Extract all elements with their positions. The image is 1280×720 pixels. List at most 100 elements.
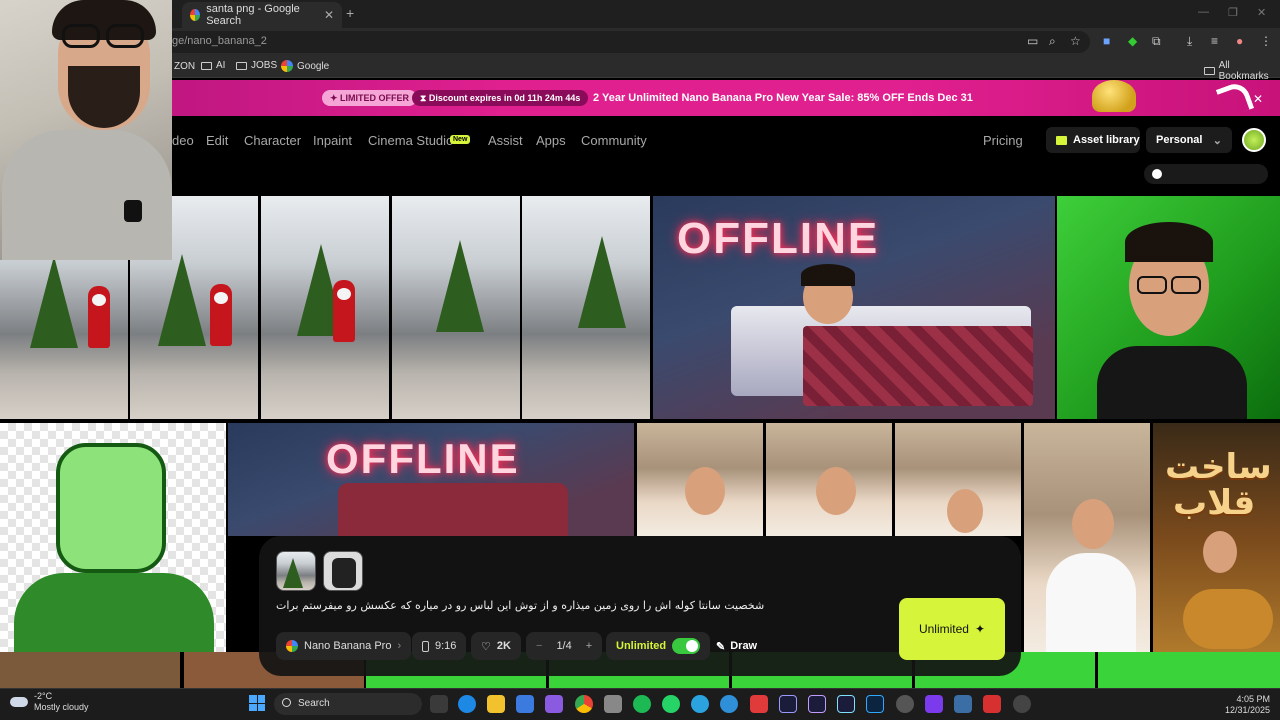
slider-handle[interactable]	[1152, 169, 1162, 179]
search-icon	[282, 698, 291, 707]
bookmark-label: AI	[216, 60, 226, 71]
zoom-icon[interactable]: ⌕	[1049, 34, 1056, 49]
nav-edit[interactable]: Edit	[206, 133, 228, 148]
extension-icon[interactable]: ◆	[1128, 34, 1137, 48]
spotify-icon[interactable]	[633, 695, 651, 713]
nav-cinema-studio[interactable]: Cinema Studio	[368, 133, 453, 148]
bookmark-zon[interactable]: ZON	[174, 61, 195, 72]
photoshop-icon[interactable]	[866, 695, 884, 713]
unlimited-toggle[interactable]: Unlimited	[606, 632, 711, 660]
gallery-image[interactable]	[392, 196, 520, 419]
bookmark-star-icon[interactable]: ☆	[1070, 34, 1081, 48]
extensions-puzzle-icon[interactable]: ⧉	[1152, 34, 1161, 49]
task-view-icon[interactable]	[430, 695, 448, 713]
anydesk-alt-icon[interactable]	[983, 695, 1001, 713]
cast-icon[interactable]: ▭	[1027, 34, 1038, 48]
translate-icon[interactable]: ■	[1103, 34, 1110, 48]
nav-apps[interactable]: Apps	[536, 133, 566, 148]
draw-button[interactable]: ✎ Draw	[706, 632, 767, 660]
windows-start-icon[interactable]	[249, 695, 265, 711]
nav-assist[interactable]: Assist	[488, 133, 523, 148]
asset-library-button[interactable]: Asset library	[1046, 127, 1140, 153]
download-icon[interactable]: ⤓	[1187, 34, 1192, 49]
after-effects-icon[interactable]	[808, 695, 826, 713]
whatsapp-icon[interactable]	[662, 695, 680, 713]
gallery-image[interactable]	[766, 423, 892, 536]
system-clock[interactable]: 4:05 PM 12/31/2025	[1200, 694, 1270, 716]
calculator-icon[interactable]	[604, 695, 622, 713]
all-bookmarks[interactable]: All Bookmarks	[1204, 60, 1280, 82]
file-explorer-icon[interactable]	[487, 695, 505, 713]
plus-icon[interactable]: +	[586, 640, 592, 652]
nav-pricing[interactable]: Pricing	[983, 133, 1023, 148]
aspect-label: 9:16	[435, 640, 457, 652]
close-tab-icon[interactable]: ✕	[324, 8, 334, 22]
window-close-icon[interactable]: ✕	[1257, 6, 1266, 19]
minus-icon[interactable]: −	[536, 640, 542, 652]
gallery-image[interactable]	[895, 423, 1021, 536]
brush-icon: ✎	[716, 640, 726, 653]
workspace-select[interactable]: Personal ⌄	[1146, 127, 1232, 153]
neon-sign: OFFLINE	[677, 214, 880, 263]
bookmark-google[interactable]: Google	[281, 60, 329, 72]
copilot-icon[interactable]	[545, 695, 563, 713]
weather-widget[interactable]: -2°C Mostly cloudy	[10, 691, 89, 713]
premiere-icon[interactable]	[779, 695, 797, 713]
reference-thumbnail[interactable]	[276, 551, 316, 591]
aspect-ratio-select[interactable]: 9:16	[412, 632, 467, 660]
bookmark-ai[interactable]: AI	[201, 60, 225, 71]
gallery-image[interactable]: OFFLINE	[228, 423, 634, 536]
gallery-image[interactable]: OFFLINE	[653, 196, 1055, 419]
nav-inpaint[interactable]: Inpaint	[313, 133, 352, 148]
gallery-image[interactable]	[1098, 652, 1280, 688]
restore-icon[interactable]: ❐	[1228, 6, 1238, 19]
bootstrap-icon[interactable]	[925, 695, 943, 713]
resolution-select[interactable]: ♡ 2K	[471, 632, 521, 660]
browser-tab[interactable]: santa png - Google Search ✕	[182, 2, 342, 28]
telegram-icon[interactable]	[691, 695, 709, 713]
chevron-down-icon: ⌄	[1212, 135, 1222, 147]
gallery-image[interactable]	[261, 196, 389, 419]
bookmark-jobs[interactable]: JOBS	[236, 60, 277, 71]
nav-community[interactable]: Community	[581, 133, 647, 148]
edge-icon[interactable]	[458, 695, 476, 713]
profile-icon[interactable]: ●	[1236, 34, 1243, 48]
store-icon[interactable]	[516, 695, 534, 713]
gallery-image[interactable]	[0, 423, 226, 652]
anydesk-icon[interactable]	[750, 695, 768, 713]
offer-label: LIMITED OFFER	[340, 93, 410, 103]
gallery-image[interactable]: ساخت قلاب	[1153, 423, 1280, 652]
avatar[interactable]	[1242, 128, 1266, 152]
screen: santa png - Google Search ✕ + — ❐ ✕ ge/n…	[0, 0, 1280, 720]
chrome-icon[interactable]	[575, 695, 593, 713]
generate-button[interactable]: Unlimited ✦	[899, 598, 1005, 660]
nav-character[interactable]: Character	[244, 133, 301, 148]
tree-shape	[436, 240, 484, 332]
model-select[interactable]: Nano Banana Pro ›	[276, 632, 412, 660]
gallery-image[interactable]	[0, 652, 180, 688]
gallery-image[interactable]	[522, 196, 650, 419]
new-tab-icon[interactable]: +	[346, 5, 354, 21]
minimize-icon[interactable]: —	[1198, 6, 1209, 18]
menu-kebab-icon[interactable]: ⋮	[1260, 34, 1272, 48]
app-icon[interactable]	[720, 695, 738, 713]
toggle-switch[interactable]	[672, 638, 701, 654]
count-stepper[interactable]: − 1/4 +	[526, 632, 603, 660]
reading-list-icon[interactable]: ≡	[1211, 34, 1218, 48]
gallery-image[interactable]	[637, 423, 763, 536]
nav-video[interactable]: deo	[172, 133, 194, 148]
reference-thumbnail[interactable]	[323, 551, 363, 591]
vscode-icon[interactable]	[954, 695, 972, 713]
gallery-image[interactable]	[1057, 196, 1280, 419]
address-bar[interactable]: ge/nano_banana_2	[160, 31, 1090, 53]
close-icon[interactable]: ✕	[1253, 92, 1263, 106]
running-app-icon[interactable]	[1013, 695, 1031, 713]
gallery-image[interactable]	[1024, 423, 1150, 652]
workspace-label: Personal	[1156, 134, 1203, 146]
wordpress-icon[interactable]	[896, 695, 914, 713]
taskbar-search[interactable]: Search	[274, 693, 422, 715]
grid-size-slider[interactable]	[1144, 164, 1268, 184]
audition-icon[interactable]	[837, 695, 855, 713]
temperature: -2°C	[34, 691, 53, 701]
prompt-input[interactable]: شخصیت سانتا کوله اش را روی زمین میذاره و…	[276, 599, 876, 612]
